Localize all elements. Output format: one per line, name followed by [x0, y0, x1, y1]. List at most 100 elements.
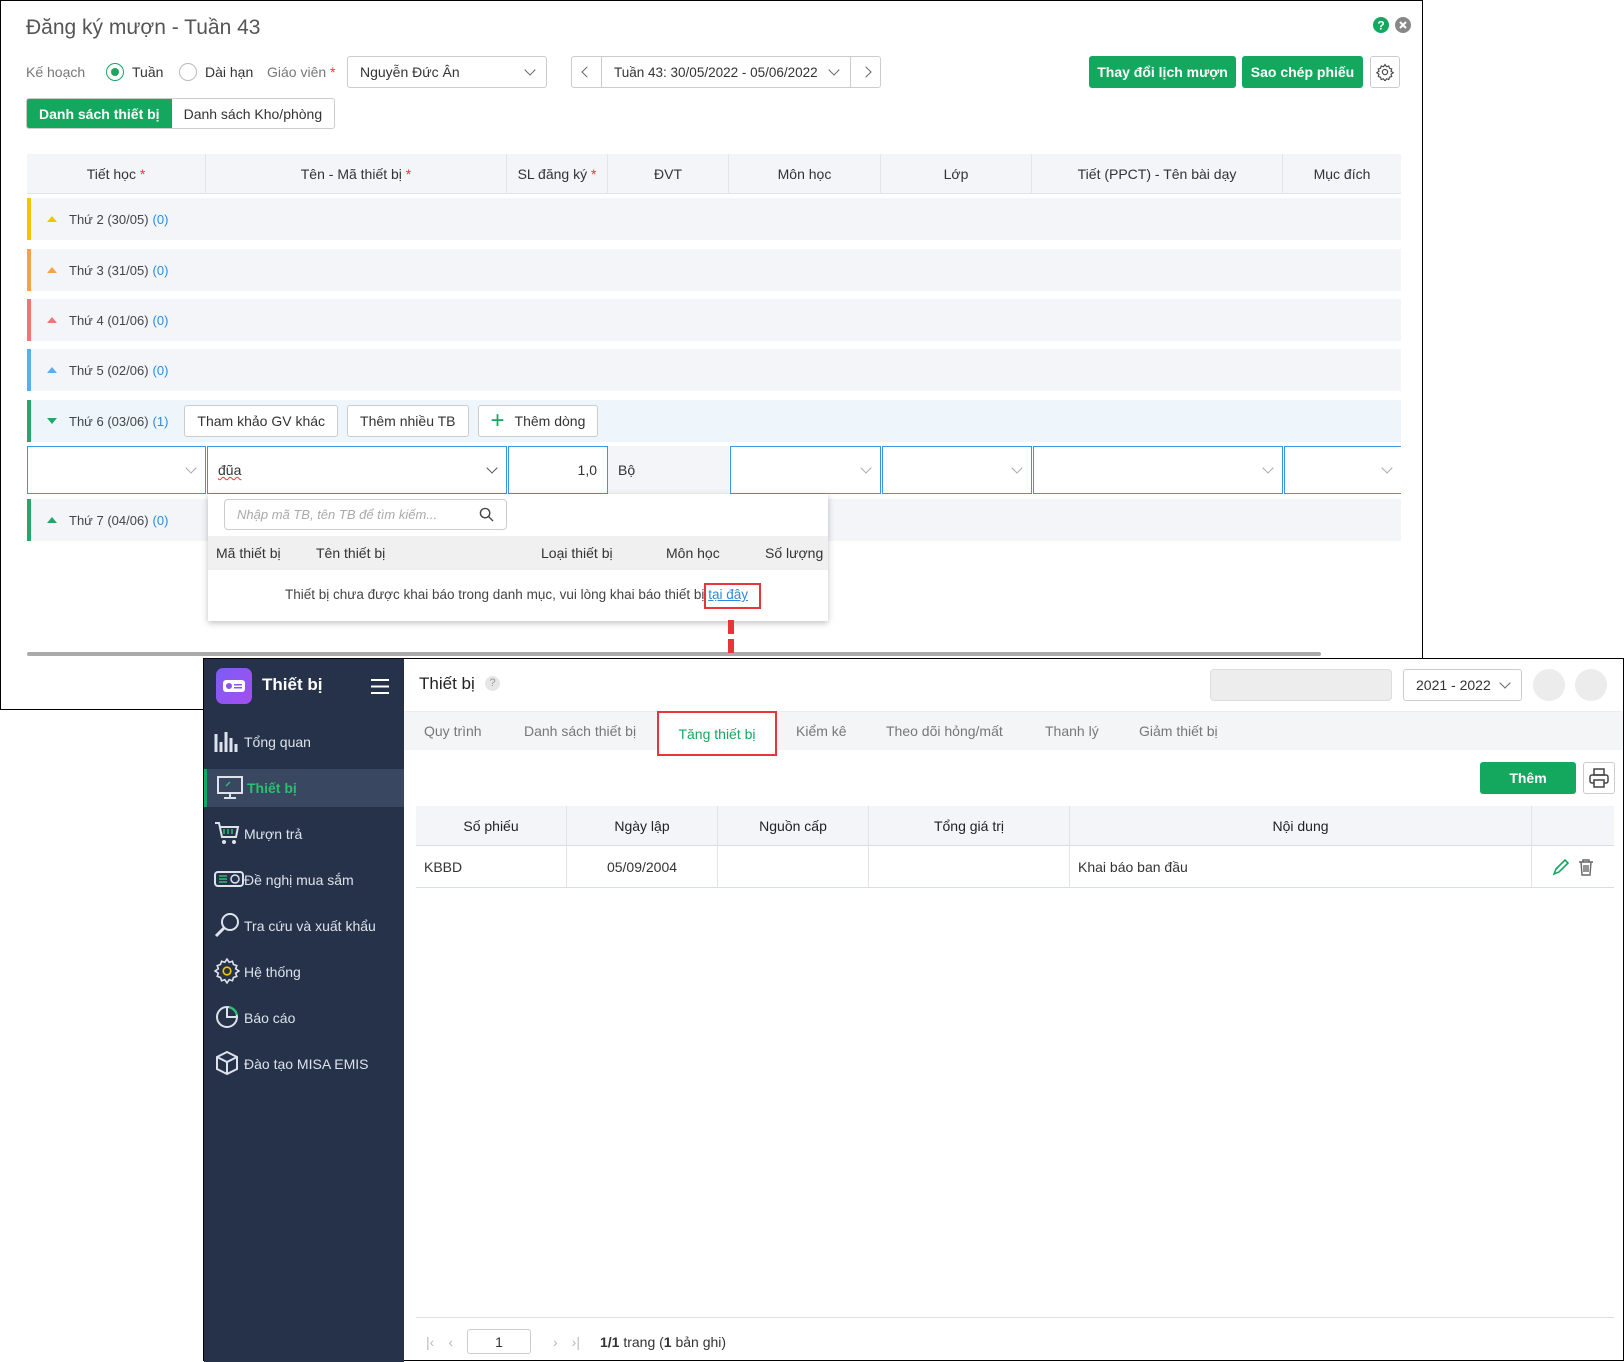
cell-source: [718, 846, 869, 888]
week-picker[interactable]: Tuần 43: 30/05/2022 - 05/06/2022: [571, 56, 881, 88]
settings-button[interactable]: [1370, 56, 1400, 88]
nav-training[interactable]: Đào tạo MISA EMIS: [204, 1045, 404, 1083]
nav-equipment[interactable]: Thiết bị: [204, 769, 404, 807]
menu-icon[interactable]: [371, 679, 389, 694]
trash-icon[interactable]: [1578, 858, 1594, 876]
add-button[interactable]: Thêm: [1480, 762, 1576, 794]
radio-long-term[interactable]: Dài hạn: [179, 63, 253, 81]
edit-pencil-icon[interactable]: [1552, 858, 1570, 876]
nav-overview[interactable]: Tổng quan: [204, 723, 404, 761]
day-label: Thứ 7 (04/06): [69, 512, 149, 528]
day-label: Thứ 6 (03/06): [69, 413, 149, 429]
help-icon[interactable]: ?: [1373, 17, 1389, 33]
cart-icon: [215, 822, 240, 844]
nav-search-export[interactable]: Tra cứu và xuất khẩu: [204, 907, 404, 945]
collapse-icon[interactable]: [47, 517, 57, 523]
change-schedule-button[interactable]: Thay đổi lịch mượn: [1089, 56, 1236, 88]
records-word: bản ghi): [675, 1333, 727, 1350]
monitor-icon: [217, 776, 243, 799]
day-row-wed[interactable]: Thứ 4 (01/06) (0): [27, 299, 1401, 341]
collapse-icon[interactable]: [47, 317, 57, 323]
device-search-input[interactable]: Nhập mã TB, tên TB để tìm kiếm...: [224, 499, 507, 530]
nav-label: Tra cứu và xuất khẩu: [244, 918, 376, 934]
close-icon[interactable]: [1395, 17, 1411, 33]
avatar[interactable]: [1575, 669, 1607, 701]
col-content: Nội dung: [1070, 806, 1532, 846]
collapse-icon[interactable]: [47, 216, 57, 222]
radio-long-dot[interactable]: [179, 63, 197, 81]
tab-process[interactable]: Quy trình: [424, 712, 482, 750]
prev-week-button[interactable]: [572, 57, 602, 87]
tab-increase-device[interactable]: Tăng thiết bị: [657, 711, 777, 756]
radio-week-dot[interactable]: [106, 63, 124, 81]
device-input[interactable]: đũa: [207, 446, 507, 494]
nav-report[interactable]: Báo cáo: [204, 999, 404, 1037]
day-row-mon[interactable]: Thứ 2 (30/05) (0): [27, 198, 1401, 240]
pages-word: trang (: [623, 1333, 664, 1350]
sidebar: Thiết bị Tổng quan Thiết bị Mượn trả Đề …: [204, 659, 404, 1362]
tab-damage-tracking[interactable]: Theo dõi hỏng/mất: [886, 712, 1003, 750]
teacher-select[interactable]: Nguyễn Đức Ân: [347, 56, 547, 88]
last-page-icon[interactable]: ›|: [572, 1334, 580, 1350]
qty-input[interactable]: 1,0: [508, 446, 608, 494]
tab-device-list[interactable]: Danh sách thiết bị: [524, 712, 636, 750]
day-row-fri[interactable]: Thứ 6 (03/06) (1) Tham khảo GV khác Thêm …: [27, 400, 1401, 442]
cell-date: 05/09/2004: [567, 846, 718, 888]
search-icon[interactable]: [479, 507, 494, 522]
school-year-select[interactable]: 2021 - 2022: [1403, 669, 1522, 701]
subject-select[interactable]: [730, 446, 881, 494]
period-select[interactable]: [27, 446, 206, 494]
add-many-button[interactable]: Thêm nhiều TB: [347, 405, 469, 437]
copy-slip-button[interactable]: Sao chép phiếu: [1242, 56, 1363, 88]
col-qty: Số lượng: [765, 545, 824, 561]
collapse-icon[interactable]: [47, 367, 57, 373]
col-name: Tên thiết bị: [316, 545, 386, 561]
expand-icon[interactable]: [47, 418, 57, 424]
day-row-tue[interactable]: Thứ 3 (31/05) (0): [27, 249, 1401, 291]
search-box[interactable]: [1210, 669, 1392, 701]
nav-borrow[interactable]: Mượn trả: [204, 815, 404, 853]
notification-button[interactable]: [1533, 669, 1565, 701]
refer-teacher-button[interactable]: Tham khảo GV khác: [184, 405, 339, 437]
next-week-button[interactable]: [850, 57, 880, 87]
required-mark: *: [139, 165, 146, 182]
day-count: (0): [152, 262, 169, 278]
purpose-select[interactable]: [1284, 446, 1401, 494]
radio-long-label: Dài hạn: [205, 64, 254, 80]
dropdown-header: Mã thiết bị Tên thiết bị Loại thiết bị M…: [208, 536, 828, 570]
horizontal-scrollbar[interactable]: [27, 652, 1321, 656]
first-page-icon[interactable]: |‹: [426, 1334, 434, 1350]
next-page-icon[interactable]: ›: [553, 1334, 558, 1350]
collapse-icon[interactable]: [47, 267, 57, 273]
pagination: |‹ ‹ 1 › ›| 1/1 trang (1 bản ghi): [426, 1329, 726, 1354]
tab-inventory[interactable]: Kiểm kê: [796, 712, 847, 750]
radio-week[interactable]: Tuần: [106, 63, 163, 81]
prev-page-icon[interactable]: ‹: [448, 1334, 453, 1350]
col-subject: Môn học: [666, 545, 720, 561]
day-count: (0): [152, 512, 169, 528]
add-row-button[interactable]: + Thêm dòng: [477, 405, 599, 437]
tab-room-list[interactable]: Danh sách Kho/phòng: [172, 99, 335, 128]
day-label: Thứ 4 (01/06): [69, 312, 149, 328]
unit-value: Bộ: [608, 446, 729, 494]
col-class: Lớp: [881, 154, 1032, 194]
chevron-down-icon[interactable]: [828, 64, 840, 76]
lesson-select[interactable]: [1033, 446, 1283, 494]
equipment-window: Thiết bị Tổng quan Thiết bị Mượn trả Đề …: [203, 658, 1624, 1362]
empty-message-text: Thiết bị chưa được khai báo trong danh m…: [285, 587, 705, 602]
tab-decrease-device[interactable]: Giảm thiết bị: [1139, 712, 1218, 750]
tab-device-list[interactable]: Danh sách thiết bị: [27, 99, 172, 128]
tab-liquidation[interactable]: Thanh lý: [1045, 712, 1099, 750]
gear-icon: [214, 958, 240, 984]
top-header: Thiết bị ? 2021 - 2022: [404, 659, 1623, 711]
nav-purchase[interactable]: Đề nghị mua sắm: [204, 861, 404, 899]
page-title: Đăng ký mượn - Tuần 43: [26, 16, 261, 39]
help-icon[interactable]: ?: [485, 676, 500, 691]
nav-system[interactable]: Hệ thống: [204, 953, 404, 991]
empty-message: Thiết bị chưa được khai báo trong danh m…: [285, 587, 748, 602]
print-button[interactable]: [1583, 762, 1615, 794]
day-row-thu[interactable]: Thứ 5 (02/06) (0): [27, 349, 1401, 391]
class-select[interactable]: [882, 446, 1032, 494]
chevron-down-icon: [1011, 462, 1023, 474]
page-input[interactable]: 1: [466, 1329, 531, 1354]
